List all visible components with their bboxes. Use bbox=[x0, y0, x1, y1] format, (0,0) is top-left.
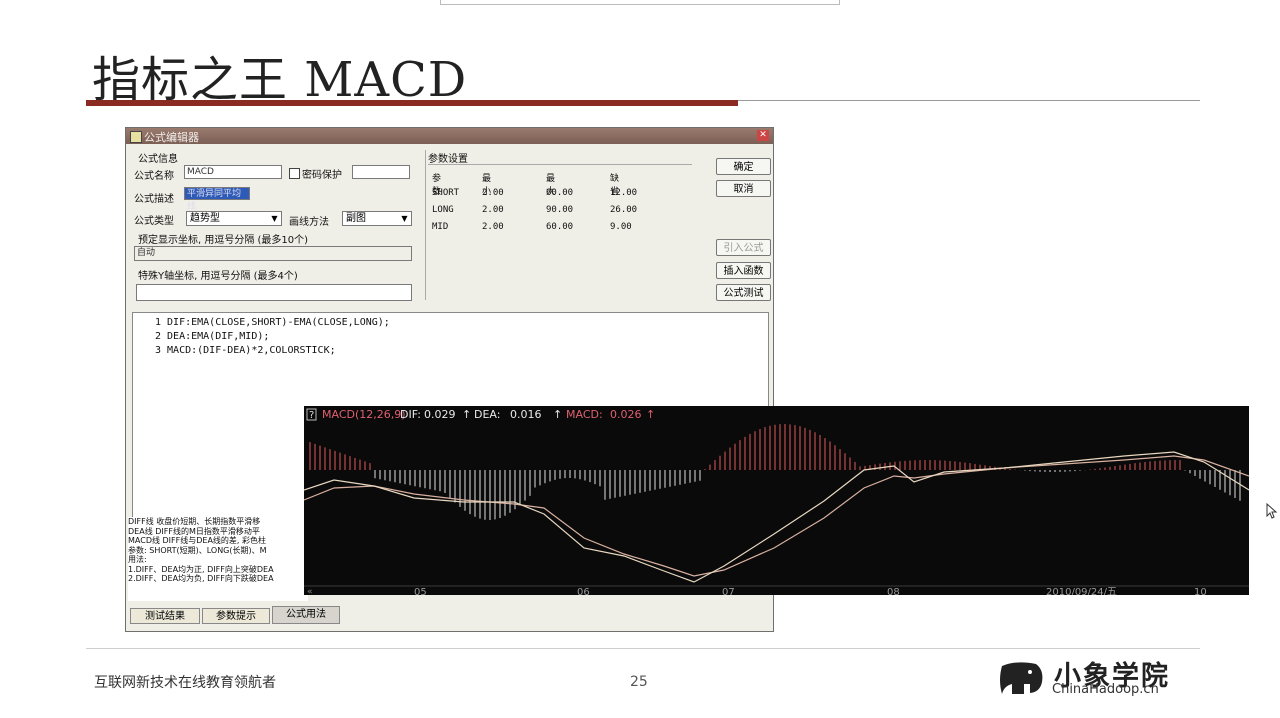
top-frame bbox=[440, 0, 840, 5]
param-min[interactable]: 2.00 bbox=[482, 222, 504, 232]
chevron-down-icon: ▼ bbox=[271, 214, 278, 223]
ok-button[interactable]: 确定 bbox=[716, 158, 771, 175]
param-max[interactable]: 90.00 bbox=[546, 205, 573, 215]
special-y-input[interactable] bbox=[136, 284, 412, 301]
brand-logo: 小象学院 ChinaHadoop.cn bbox=[996, 658, 1186, 698]
param-min[interactable]: 2.00 bbox=[482, 205, 504, 215]
x-tick: 08 bbox=[887, 587, 900, 595]
up-arrow-icon: ↑ bbox=[462, 408, 471, 421]
help-line: 2.DIFF、DEA均为负, DIFF向下跌破DEA bbox=[128, 574, 274, 583]
cancel-button[interactable]: 取消 bbox=[716, 180, 771, 197]
param-name: LONG bbox=[432, 205, 454, 215]
x-tick: 07 bbox=[722, 587, 735, 595]
help-line: DIFF线 收盘价短期、长期指数平滑移 bbox=[128, 517, 261, 526]
elephant-logo-icon bbox=[1000, 662, 1043, 694]
formula-type-label: 公式类型 bbox=[134, 216, 174, 227]
chart-help-icon[interactable]: ? bbox=[309, 410, 314, 421]
scroll-left-icon[interactable]: « bbox=[307, 587, 313, 595]
draw-method-select[interactable]: 副图 ▼ bbox=[342, 211, 412, 226]
param-name: SHORT bbox=[432, 188, 460, 198]
param-default[interactable]: 9.00 bbox=[610, 222, 632, 232]
coords-label: 预定显示坐标, 用逗号分隔 (最多10个) bbox=[138, 235, 309, 246]
help-line: MACD线 DIFF线与DEA线的差, 彩色柱 bbox=[128, 536, 267, 545]
section-divider bbox=[425, 150, 426, 300]
help-line: 用法: bbox=[128, 555, 147, 564]
password-input[interactable] bbox=[352, 165, 410, 179]
formula-name-label: 公式名称 bbox=[134, 171, 174, 182]
param-min[interactable]: 2.00 bbox=[482, 188, 504, 198]
chart-legend-text: MACD(12,26,9) DIF: 0.029 ↑ DEA: 0.016 ↑ … bbox=[322, 408, 655, 421]
macd-value: 0.026 bbox=[610, 408, 642, 421]
mouse-cursor-icon bbox=[1266, 503, 1278, 519]
footer-slogan: 互联网新技术在线教育领航者 bbox=[94, 675, 276, 691]
app-icon bbox=[130, 131, 142, 143]
up-arrow-icon: ↑ bbox=[646, 408, 655, 421]
x-tick: 05 bbox=[414, 587, 427, 595]
up-arrow-icon: ↑ bbox=[553, 408, 562, 421]
params-divider bbox=[428, 164, 692, 165]
code-line: 3 MACD:(DIF-DEA)*2,COLORSTICK; bbox=[155, 345, 336, 356]
formula-type-select[interactable]: 趋势型 ▼ bbox=[186, 211, 282, 226]
window-titlebar[interactable]: 公式编辑器 ✕ bbox=[126, 128, 773, 144]
tab-param-hint[interactable]: 参数提示 bbox=[202, 608, 270, 624]
title-accent-bar bbox=[86, 100, 738, 106]
macd-chart-svg: ? MACD(12,26,9) DIF: 0.029 ↑ DEA: 0.016 … bbox=[304, 408, 1249, 595]
special-y-label: 特殊Y轴坐标, 用逗号分隔 (最多4个) bbox=[138, 271, 298, 282]
param-name: MID bbox=[432, 222, 449, 232]
page-number: 25 bbox=[630, 674, 648, 690]
formula-desc-label: 公式描述 bbox=[134, 194, 174, 205]
indicator-name: MACD(12,26,9) bbox=[322, 408, 406, 421]
tab-formula-usage[interactable]: 公式用法 bbox=[272, 606, 340, 624]
help-line: DEA线 DIFF线的M日指数平滑移动平 bbox=[128, 526, 260, 536]
params-heading: 参数设置 bbox=[428, 154, 468, 165]
param-default[interactable]: 26.00 bbox=[610, 205, 637, 215]
dif-line bbox=[304, 451, 1249, 583]
dea-label: DEA: bbox=[474, 408, 500, 421]
code-line: 1 DIF:EMA(CLOSE,SHORT)-EMA(CLOSE,LONG); bbox=[155, 317, 390, 328]
close-button[interactable]: ✕ bbox=[757, 130, 769, 141]
draw-method-label: 画线方法 bbox=[289, 217, 329, 228]
macd-label: MACD: bbox=[566, 408, 603, 421]
coords-input[interactable]: 自动 bbox=[134, 246, 412, 261]
param-default[interactable]: 12.00 bbox=[610, 188, 637, 198]
title-divider bbox=[738, 100, 1200, 101]
formula-test-button[interactable]: 公式测试 bbox=[716, 284, 771, 301]
formula-type-value: 趋势型 bbox=[190, 213, 220, 224]
x-tick: 06 bbox=[577, 587, 590, 595]
chevron-down-icon: ▼ bbox=[401, 214, 408, 223]
dif-value: 0.029 bbox=[424, 408, 456, 421]
param-max[interactable]: 60.00 bbox=[546, 222, 573, 232]
dif-label: DIF: bbox=[400, 408, 421, 421]
param-max[interactable]: 60.00 bbox=[546, 188, 573, 198]
draw-method-value: 副图 bbox=[346, 213, 366, 224]
formula-info-heading: 公式信息 bbox=[138, 154, 178, 165]
password-checkbox[interactable] bbox=[289, 168, 300, 179]
footer-divider bbox=[86, 648, 1200, 649]
import-formula-button[interactable]: 引入公式 bbox=[716, 239, 771, 256]
macd-histogram bbox=[309, 424, 1241, 520]
x-tick-date: 2010/09/24/五 bbox=[1046, 587, 1117, 595]
tab-test-result[interactable]: 测试结果 bbox=[130, 608, 200, 624]
insert-function-button[interactable]: 插入函数 bbox=[716, 262, 771, 279]
password-label: 密码保护 bbox=[302, 170, 342, 181]
code-line: 2 DEA:EMA(DIF,MID); bbox=[155, 331, 270, 342]
formula-desc-input[interactable]: 平滑异同平均线 bbox=[184, 187, 250, 212]
help-line: 1.DIFF、DEA均为正, DIFF向上突破DEA bbox=[128, 564, 274, 574]
usage-help-text: DIFF线 收盘价短期、长期指数平滑移 DEA线 DIFF线的M日指数平滑移动平… bbox=[128, 517, 308, 601]
dea-value: 0.016 bbox=[510, 408, 542, 421]
x-tick: 10 bbox=[1194, 587, 1207, 595]
logo-english: ChinaHadoop.cn bbox=[1052, 682, 1159, 697]
window-title: 公式编辑器 bbox=[144, 131, 199, 144]
macd-chart: ? MACD(12,26,9) DIF: 0.029 ↑ DEA: 0.016 … bbox=[304, 406, 1249, 595]
help-line: 参数: SHORT(短期)、LONG(长期)、M bbox=[128, 545, 267, 555]
formula-name-input[interactable]: MACD bbox=[184, 165, 282, 179]
dea-line bbox=[304, 455, 1249, 577]
